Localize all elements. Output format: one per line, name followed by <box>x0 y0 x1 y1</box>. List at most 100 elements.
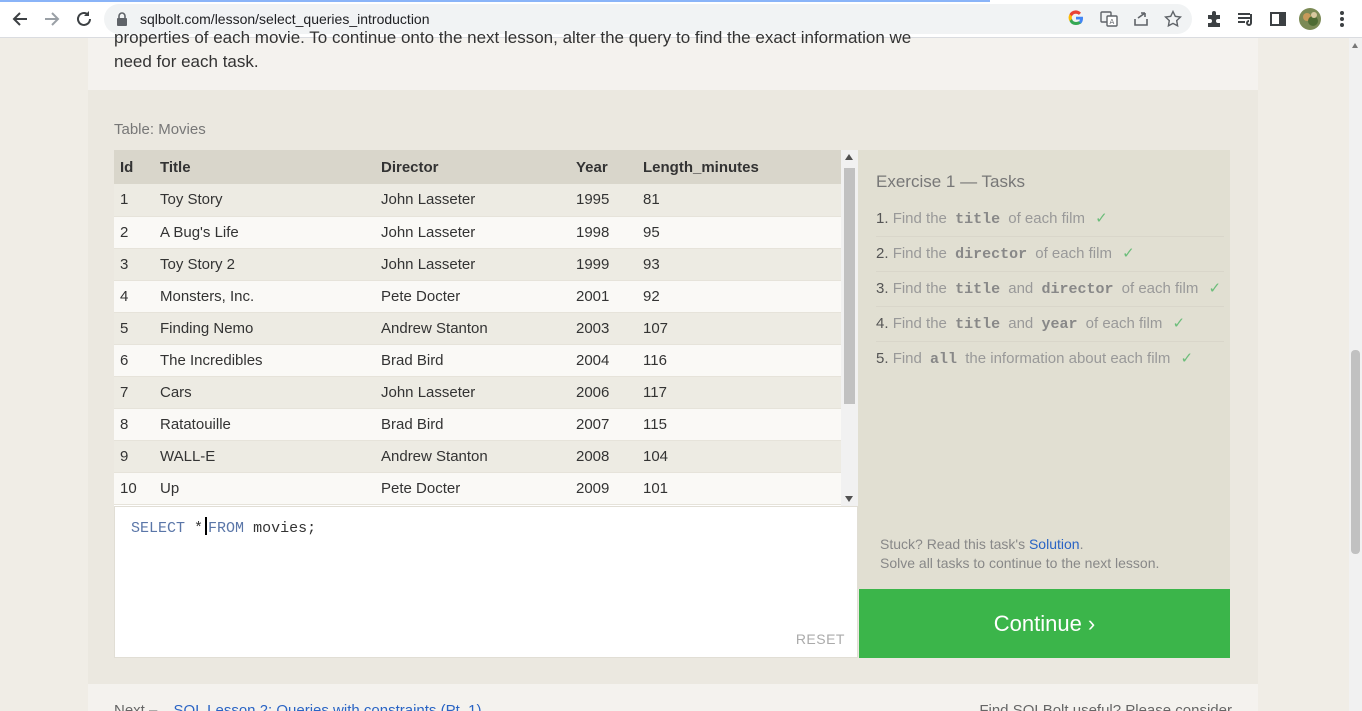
sql-star: * <box>194 520 204 537</box>
table-row: 2 A Bug's Life John Lasseter 1998 95 <box>114 216 841 249</box>
cell-year: 2008 <box>570 440 637 473</box>
cell-length: 115 <box>637 408 841 441</box>
task-text: and <box>1008 280 1034 297</box>
cell-year: 2007 <box>570 408 637 441</box>
cell-director: John Lasseter <box>375 248 570 281</box>
star-icon[interactable] <box>1163 9 1183 28</box>
back-icon[interactable] <box>8 7 32 31</box>
table-row: 1 Toy Story John Lasseter 1995 81 <box>114 184 841 217</box>
continue-button[interactable]: Continue › <box>859 589 1230 658</box>
cell-year: 2004 <box>570 344 637 377</box>
task-code: title <box>955 281 1001 298</box>
cell-director: John Lasseter <box>375 184 570 217</box>
check-icon: ✓ <box>1095 210 1108 227</box>
translate-icon[interactable]: A <box>1100 10 1118 28</box>
task-item: 4. Find the title and year of each film … <box>876 307 1224 342</box>
task-text: Find the <box>892 315 947 332</box>
solution-link[interactable]: Solution <box>1029 536 1080 552</box>
cell-id: 8 <box>114 408 154 441</box>
task-text: Find the <box>892 245 947 262</box>
intro-line-2: need for each task. <box>114 52 259 71</box>
reset-button[interactable]: RESET <box>796 631 845 647</box>
scroll-down-icon[interactable] <box>845 496 853 502</box>
task-code: director <box>955 246 1028 263</box>
cell-title: WALL-E <box>154 440 375 473</box>
col-header-year: Year <box>570 150 637 184</box>
sql-table-name: movies; <box>253 520 317 537</box>
tasks-heading: Exercise 1 — Tasks <box>876 172 1025 191</box>
cell-year: 1998 <box>570 216 637 249</box>
cell-length: 116 <box>637 344 841 377</box>
page-scrollbar[interactable] <box>1349 38 1362 711</box>
cell-director: Andrew Stanton <box>375 440 570 473</box>
media-icon[interactable] <box>1236 9 1256 29</box>
next-lesson-link[interactable]: SQL Lesson 2: Queries with constraints (… <box>174 702 482 711</box>
share-icon[interactable] <box>1132 10 1150 28</box>
col-header-director: Director <box>375 150 570 184</box>
task-text: Find <box>892 350 922 367</box>
extensions-icon[interactable] <box>1204 9 1224 29</box>
cell-title: Monsters, Inc. <box>154 280 375 313</box>
col-header-id: Id <box>114 150 154 184</box>
cell-id: 9 <box>114 440 154 473</box>
scroll-up-icon[interactable] <box>845 154 853 160</box>
cell-id: 4 <box>114 280 154 313</box>
table-label: Table: Movies <box>114 121 206 138</box>
cell-id: 10 <box>114 472 154 505</box>
avatar[interactable] <box>1299 8 1321 30</box>
table-scrollbar[interactable] <box>841 150 858 506</box>
sql-keyword-select: SELECT <box>131 520 186 537</box>
task-item: 1. Find the title of each film ✓ <box>876 202 1224 237</box>
task-number: 5. <box>876 350 889 367</box>
table-row: 9 WALL-E Andrew Stanton 2008 104 <box>114 440 841 473</box>
text-caret <box>205 517 208 535</box>
task-text: of each film <box>1085 315 1163 332</box>
cell-length: 92 <box>637 280 841 313</box>
table-row: 6 The Incredibles Brad Bird 2004 116 <box>114 344 841 377</box>
cell-length: 81 <box>637 184 841 217</box>
cell-year: 2003 <box>570 312 637 345</box>
cell-length: 95 <box>637 216 841 249</box>
cell-director: Brad Bird <box>375 408 570 441</box>
intro-line-1: properties of each movie. To continue on… <box>114 28 912 47</box>
cell-id: 6 <box>114 344 154 377</box>
table-row: 7 Cars John Lasseter 2006 117 <box>114 376 841 409</box>
reload-icon[interactable] <box>72 7 96 31</box>
cell-year: 2006 <box>570 376 637 409</box>
page-scroll-thumb[interactable] <box>1351 350 1360 554</box>
cell-year: 1999 <box>570 248 637 281</box>
stuck-hint: Stuck? Read this task's Solution. Solve … <box>880 535 1159 573</box>
google-icon[interactable] <box>1068 10 1086 28</box>
task-text: and <box>1008 315 1034 332</box>
check-icon: ✓ <box>1208 280 1222 297</box>
task-text: Find the <box>892 280 947 297</box>
sql-query[interactable]: SELECT * FROM movies; <box>131 517 316 537</box>
sidepanel-icon[interactable] <box>1268 9 1288 29</box>
check-icon: ✓ <box>1180 350 1194 367</box>
task-text: of each film <box>1008 210 1085 227</box>
table-row: 3 Toy Story 2 John Lasseter 1999 93 <box>114 248 841 281</box>
table-row: 8 Ratatouille Brad Bird 2007 115 <box>114 408 841 441</box>
url-text[interactable]: sqlbolt.com/lesson/select_queries_introd… <box>140 11 430 27</box>
task-number: 3. <box>876 280 889 297</box>
cell-id: 1 <box>114 184 154 217</box>
cell-id: 7 <box>114 376 154 409</box>
cell-title: Ratatouille <box>154 408 375 441</box>
col-header-title: Title <box>154 150 375 184</box>
cell-length: 104 <box>637 440 841 473</box>
page-scroll-up-icon[interactable] <box>1352 43 1358 48</box>
forward-icon[interactable] <box>40 7 64 31</box>
sql-editor[interactable]: SELECT * FROM movies; RESET <box>114 506 858 658</box>
movies-table-container[interactable]: Id Title Director Year Length_minutes 1 … <box>114 150 858 506</box>
stuck-text: Stuck? Read this task's <box>880 536 1026 552</box>
sql-keyword-from: FROM <box>208 520 245 537</box>
check-icon: ✓ <box>1122 245 1135 262</box>
task-item: 5. Find all the information about each f… <box>876 342 1224 376</box>
task-code: title <box>955 211 1001 228</box>
cell-title: Toy Story 2 <box>154 248 375 281</box>
check-icon: ✓ <box>1172 315 1186 332</box>
task-item: 3. Find the title and director of each f… <box>876 272 1224 307</box>
menu-icon[interactable] <box>1334 9 1354 29</box>
cell-director: Brad Bird <box>375 344 570 377</box>
table-scroll-thumb[interactable] <box>844 168 855 404</box>
